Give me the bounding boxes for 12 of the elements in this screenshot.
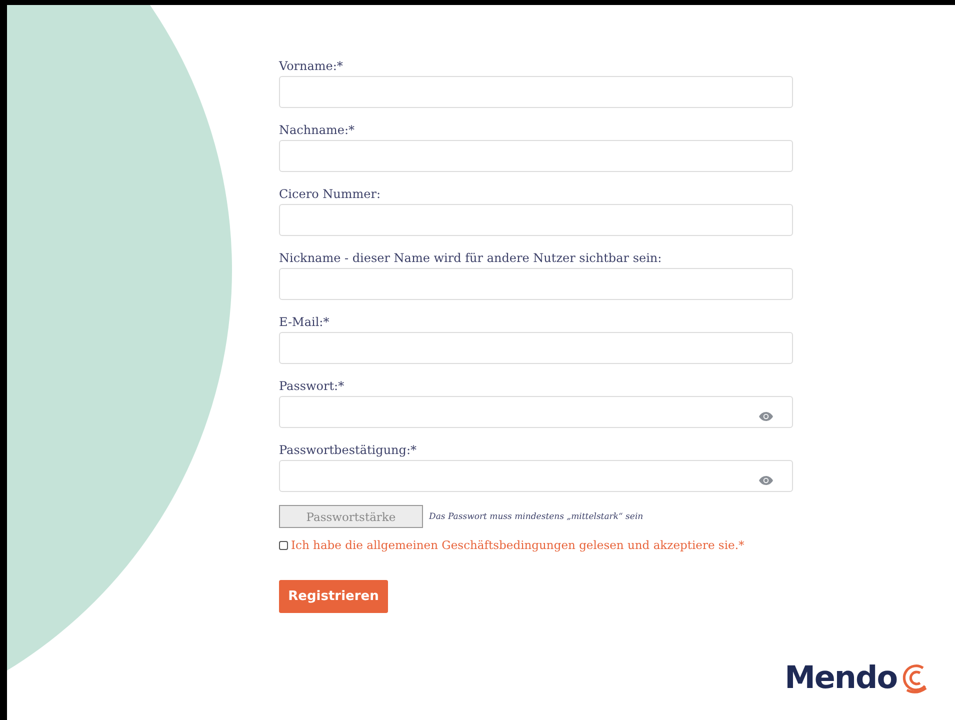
field-label: Nachname:* (279, 122, 356, 138)
field-label: Nickname - dieser Name wird für andere Nutzer sichtbar sein: (279, 250, 663, 266)
register-button[interactable]: Registrieren (279, 580, 388, 613)
field-label: E-Mail:* (279, 314, 330, 330)
logo-text: Mendo (784, 660, 897, 696)
terms-label: Ich habe die allgemeinen Geschäftsbedingungen gelesen und akzeptiere sie.* (291, 538, 744, 552)
password-strength-button[interactable]: Passwortstärke (279, 505, 423, 528)
field-label: Passwort:* (279, 378, 346, 394)
field-label: Cicero Nummer: (279, 186, 382, 202)
field-label: Passwortbestätigung:* (279, 442, 418, 458)
password-hint: Das Passwort muss mindestens „mittelstark“ sein (429, 512, 644, 522)
field-label: Vorname:* (279, 58, 344, 74)
